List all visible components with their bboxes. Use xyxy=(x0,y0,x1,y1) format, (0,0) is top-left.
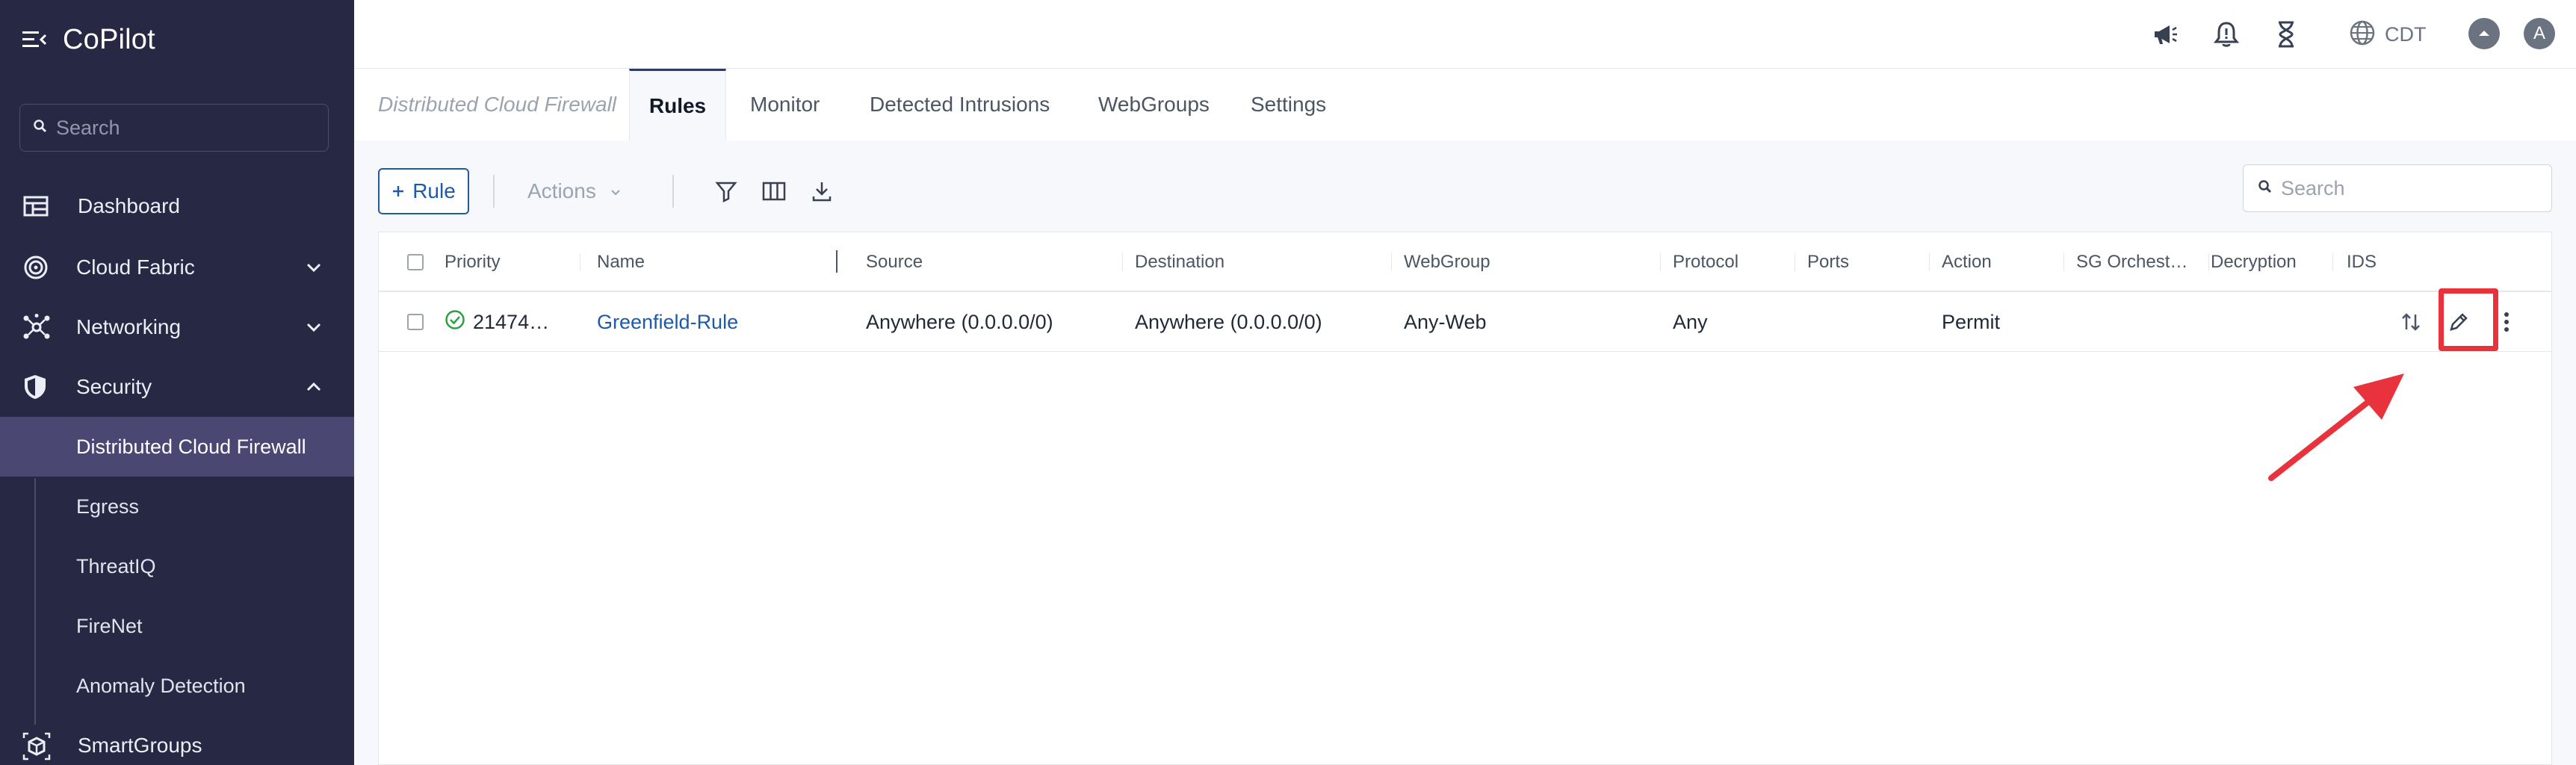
table-row[interactable]: 21474… Greenfield-Rule Anywhere (0.0.0.0… xyxy=(379,292,2551,352)
sidebar-item-cloud-fabric[interactable]: Cloud Fabric xyxy=(0,238,354,297)
sidebar-search[interactable] xyxy=(19,104,329,152)
sidebar-item-label: Networking xyxy=(76,315,182,338)
toolbar-divider xyxy=(672,175,674,208)
tab-detected-intrusions[interactable]: Detected Intrusions xyxy=(847,69,1072,140)
protocol-cell: Any xyxy=(1673,310,1708,333)
column-header-source[interactable]: Source xyxy=(866,232,1123,292)
column-header-sg-orchestration[interactable]: SG Orchest… xyxy=(2076,232,2209,292)
sidebar-item-label: Cloud Fabric xyxy=(76,255,195,279)
add-rule-label: Rule xyxy=(412,179,456,202)
top-bar: CDT A xyxy=(354,0,2576,69)
tab-settings[interactable]: Settings xyxy=(1228,69,1349,140)
webgroup-cell: Any-Web xyxy=(1404,310,1487,333)
rules-table: Priority Name Source Destination WebGrou… xyxy=(378,232,2552,765)
dashboard-icon xyxy=(22,193,49,220)
networking-icon xyxy=(22,314,50,341)
chevron-down-icon[interactable] xyxy=(303,317,324,338)
ports-cell xyxy=(1807,292,1930,352)
sidebar-item-smartgroups[interactable]: SmartGroups xyxy=(0,716,354,765)
columns-icon[interactable] xyxy=(759,176,789,206)
decryption-cell xyxy=(2211,292,2333,352)
actions-label: Actions xyxy=(527,179,596,202)
source-cell: Anywhere (0.0.0.0/0) xyxy=(866,310,1053,333)
sidebar-item-label: Distributed Cloud Firewall xyxy=(76,435,306,458)
column-header-webgroup[interactable]: WebGroup xyxy=(1404,232,1661,292)
rule-name-link[interactable]: Greenfield-Rule xyxy=(597,292,851,352)
brand: CoPilot xyxy=(22,21,155,58)
priority-cell: 21474… xyxy=(445,292,580,352)
sidebar-item-threatiq[interactable]: ThreatIQ xyxy=(0,536,354,596)
sidebar-item-label: Egress xyxy=(76,495,140,518)
column-resize-handle[interactable] xyxy=(836,250,837,273)
select-all-checkbox[interactable] xyxy=(407,254,424,270)
hourglass-icon[interactable] xyxy=(2271,19,2301,49)
tab-rules[interactable]: Rules xyxy=(629,69,726,140)
app-title: CoPilot xyxy=(63,23,155,55)
search-icon xyxy=(34,119,47,137)
toolbar-divider xyxy=(493,175,495,208)
sidebar-item-security[interactable]: Security xyxy=(0,357,354,417)
table-header: Priority Name Source Destination WebGrou… xyxy=(379,232,2551,292)
chevron-down-icon[interactable] xyxy=(303,257,324,278)
priority-value: 21474… xyxy=(473,310,550,333)
sidebar-item-egress[interactable]: Egress xyxy=(0,477,354,536)
action-cell: Permit xyxy=(1942,310,2001,333)
column-header-decryption[interactable]: Decryption xyxy=(2211,232,2333,292)
sidebar-item-label: Security xyxy=(76,375,152,398)
column-header-ids[interactable]: IDS xyxy=(2347,232,2436,292)
sidebar-item-label: Dashboard xyxy=(78,194,180,217)
sidebar-item-label: ThreatIQ xyxy=(76,554,156,577)
download-icon[interactable] xyxy=(807,176,837,206)
sidebar: CoPilot Dashboard Cloud Fabric Networkin… xyxy=(0,0,354,765)
column-header-priority[interactable]: Priority xyxy=(445,232,580,292)
plus-icon xyxy=(391,179,405,203)
search-icon xyxy=(2258,179,2272,197)
megaphone-icon[interactable] xyxy=(2150,19,2180,49)
sidebar-item-networking[interactable]: Networking xyxy=(0,297,354,357)
sidebar-item-label: Anomaly Detection xyxy=(76,674,246,697)
sidebar-search-input[interactable] xyxy=(56,116,310,140)
tab-webgroups[interactable]: WebGroups xyxy=(1076,69,1232,140)
tabs-bar: Distributed Cloud Firewall Rules Monitor… xyxy=(354,69,2576,140)
add-rule-button[interactable]: Rule xyxy=(378,168,469,214)
tab-monitor[interactable]: Monitor xyxy=(728,69,842,140)
sg-orchestration-cell xyxy=(2076,292,2199,352)
breadcrumb[interactable]: Distributed Cloud Firewall xyxy=(356,69,639,140)
cloud-fabric-icon xyxy=(22,254,49,281)
column-header-destination[interactable]: Destination xyxy=(1135,232,1392,292)
chevron-down-icon xyxy=(610,179,622,203)
shield-icon xyxy=(22,374,49,400)
more-options-icon[interactable] xyxy=(2492,307,2521,337)
row-checkbox[interactable] xyxy=(407,314,424,330)
column-header-name[interactable]: Name xyxy=(597,232,829,292)
sidebar-item-anomaly-detection[interactable]: Anomaly Detection xyxy=(0,656,354,716)
smartgroups-icon xyxy=(22,732,51,761)
sidebar-item-firenet[interactable]: FireNet xyxy=(0,596,354,656)
chevron-up-icon[interactable] xyxy=(2468,18,2500,49)
check-circle-icon xyxy=(445,309,465,335)
edit-icon[interactable] xyxy=(2444,307,2474,337)
sidebar-item-distributed-cloud-firewall[interactable]: Distributed Cloud Firewall xyxy=(0,417,354,477)
sidebar-item-label: SmartGroups xyxy=(78,734,202,757)
chevron-up-icon[interactable] xyxy=(303,377,324,397)
rules-search-input[interactable] xyxy=(2281,176,2535,200)
sidebar-item-label: FireNet xyxy=(76,614,143,637)
bell-icon[interactable] xyxy=(2211,19,2241,49)
user-avatar[interactable]: A xyxy=(2524,18,2555,49)
destination-cell: Anywhere (0.0.0.0/0) xyxy=(1135,310,1322,333)
column-header-ports[interactable]: Ports xyxy=(1807,232,1930,292)
sidebar-item-dashboard[interactable]: Dashboard xyxy=(0,176,354,236)
rules-search[interactable] xyxy=(2243,164,2552,212)
column-header-action[interactable]: Action xyxy=(1942,232,2064,292)
timezone-selector[interactable]: CDT xyxy=(2349,18,2427,51)
menu-collapse-icon[interactable] xyxy=(22,28,46,51)
filter-icon[interactable] xyxy=(711,176,741,206)
actions-dropdown[interactable]: Actions xyxy=(527,168,622,214)
column-header-protocol[interactable]: Protocol xyxy=(1673,232,1795,292)
reorder-icon[interactable] xyxy=(2396,307,2426,337)
annotation-arrow-icon xyxy=(2268,374,2404,481)
globe-icon xyxy=(2349,19,2376,50)
main-content: Rule Actions Priority Name Source Destin… xyxy=(354,140,2576,765)
timezone-label: CDT xyxy=(2385,22,2427,46)
